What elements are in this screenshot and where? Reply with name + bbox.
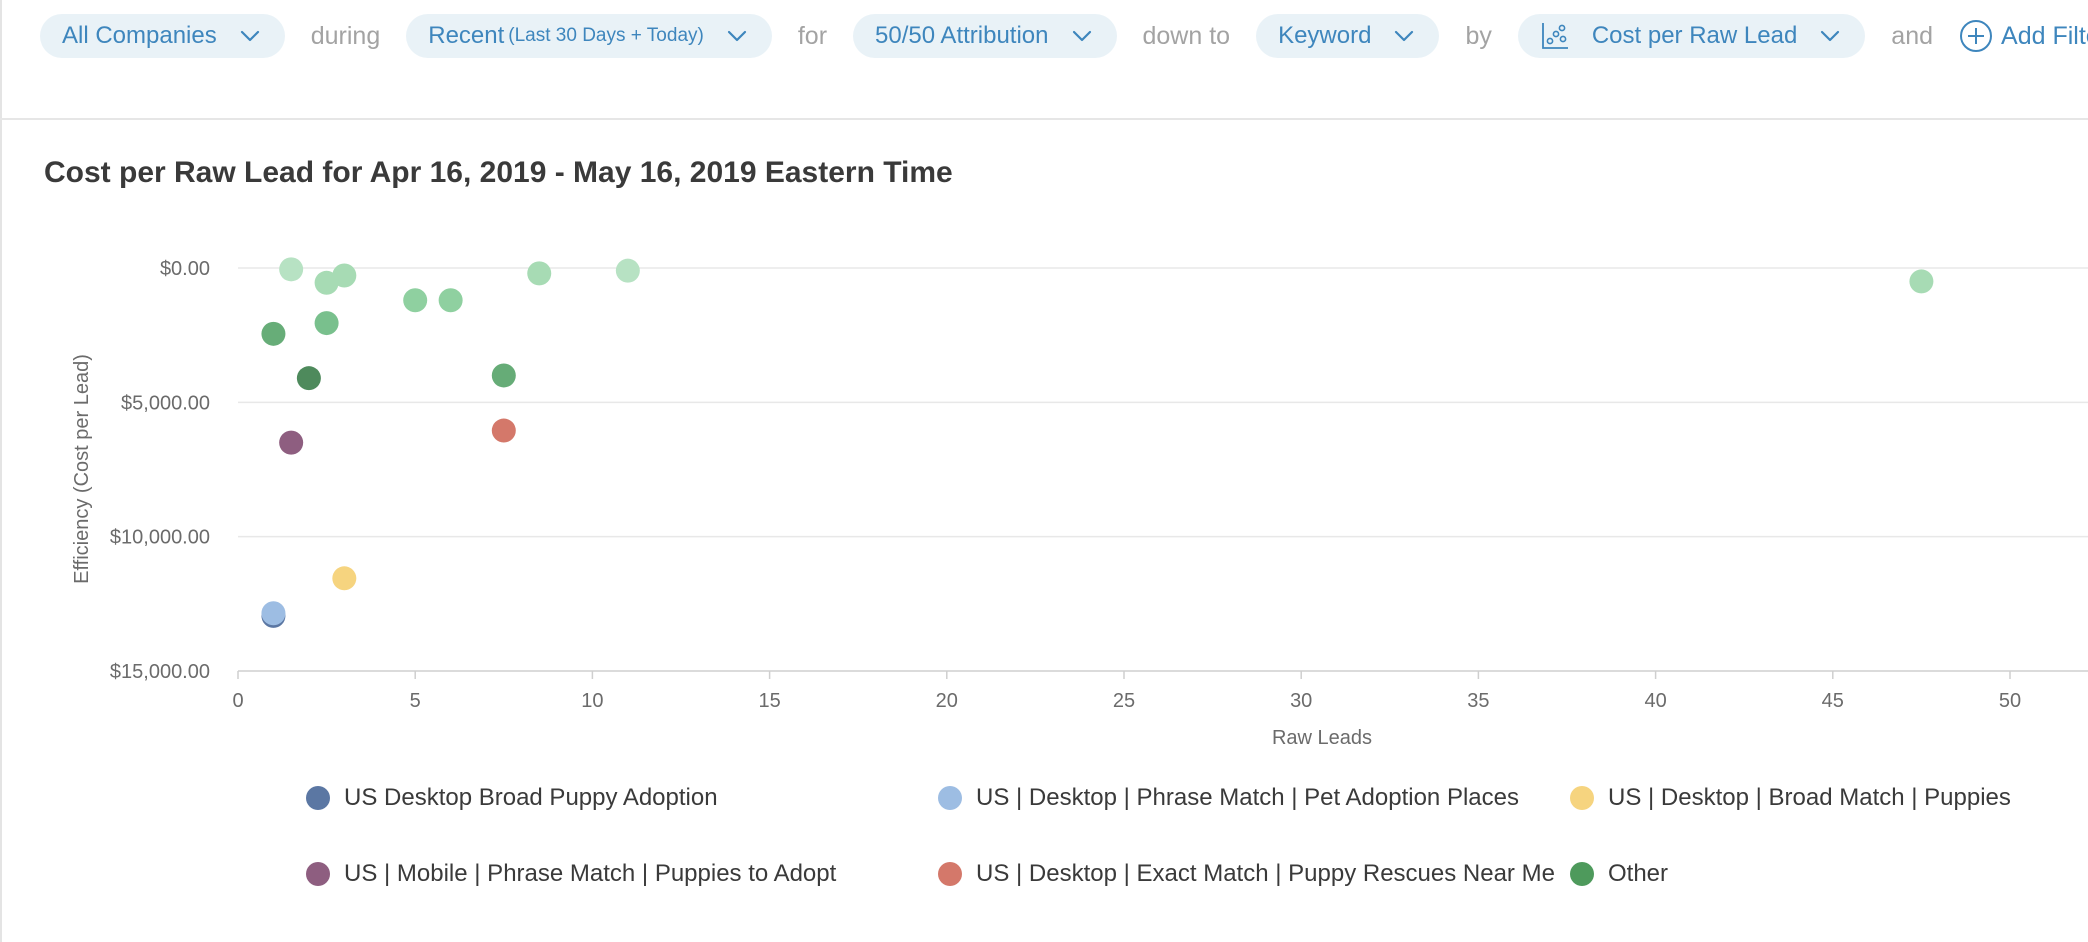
x-tick-label: 30 — [1290, 690, 1312, 712]
data-point — [261, 601, 286, 626]
data-point — [1909, 269, 1934, 294]
legend-label: US | Desktop | Broad Match | Puppies — [1608, 784, 2011, 811]
legend-item[interactable]: US Desktop Broad Puppy Adoption — [306, 784, 718, 812]
data-point — [491, 418, 516, 443]
data-point — [332, 263, 357, 288]
legend-item[interactable]: US | Desktop | Broad Match | Puppies — [1570, 784, 2011, 812]
x-tick-label: 0 — [232, 690, 243, 712]
legend-swatch — [1570, 786, 1594, 810]
data-point — [279, 430, 304, 455]
data-point — [438, 288, 463, 313]
legend-item[interactable]: US | Mobile | Phrase Match | Puppies to … — [306, 860, 836, 888]
data-point — [403, 288, 428, 313]
legend-swatch — [938, 862, 962, 886]
x-axis-title: Raw Leads — [1272, 727, 1372, 749]
legend-label: Other — [1608, 860, 1669, 887]
legend-label: US | Desktop | Phrase Match | Pet Adopti… — [976, 784, 1519, 811]
x-tick-label: 45 — [1822, 690, 1844, 712]
legend-item[interactable]: US | Desktop | Exact Match | Puppy Rescu… — [938, 860, 1555, 888]
data-point — [314, 311, 339, 336]
y-tick-label: $5,000.00 — [121, 392, 210, 414]
legend-label: US Desktop Broad Puppy Adoption — [344, 784, 718, 811]
y-tick-label: $0.00 — [160, 258, 210, 280]
x-tick-label: 10 — [581, 690, 603, 712]
x-tick-label: 50 — [1999, 690, 2021, 712]
data-point — [491, 363, 516, 388]
legend-item[interactable]: US | Desktop | Phrase Match | Pet Adopti… — [938, 784, 1519, 812]
y-tick-label: $10,000.00 — [110, 527, 210, 549]
x-tick-label: 25 — [1113, 690, 1135, 712]
x-tick-label: 15 — [758, 690, 780, 712]
legend-swatch — [306, 862, 330, 886]
data-point — [615, 258, 640, 283]
legend-item[interactable]: Other — [1570, 860, 1668, 888]
y-tick-label: $15,000.00 — [110, 661, 210, 683]
data-point — [279, 257, 304, 282]
x-tick-label: 35 — [1467, 690, 1489, 712]
legend-swatch — [938, 786, 962, 810]
x-tick-label: 20 — [936, 690, 958, 712]
x-tick-label: 5 — [410, 690, 421, 712]
x-tick-label: 40 — [1644, 690, 1666, 712]
legend-label: US | Desktop | Exact Match | Puppy Rescu… — [976, 860, 1555, 887]
legend-swatch — [306, 786, 330, 810]
legend-swatch — [1570, 862, 1594, 886]
data-point — [527, 261, 552, 286]
data-point — [261, 321, 286, 346]
data-point — [332, 566, 357, 591]
data-point — [296, 366, 321, 391]
legend-label: US | Mobile | Phrase Match | Puppies to … — [344, 860, 837, 887]
y-axis-title: Efficiency (Cost per Lead) — [71, 354, 93, 584]
